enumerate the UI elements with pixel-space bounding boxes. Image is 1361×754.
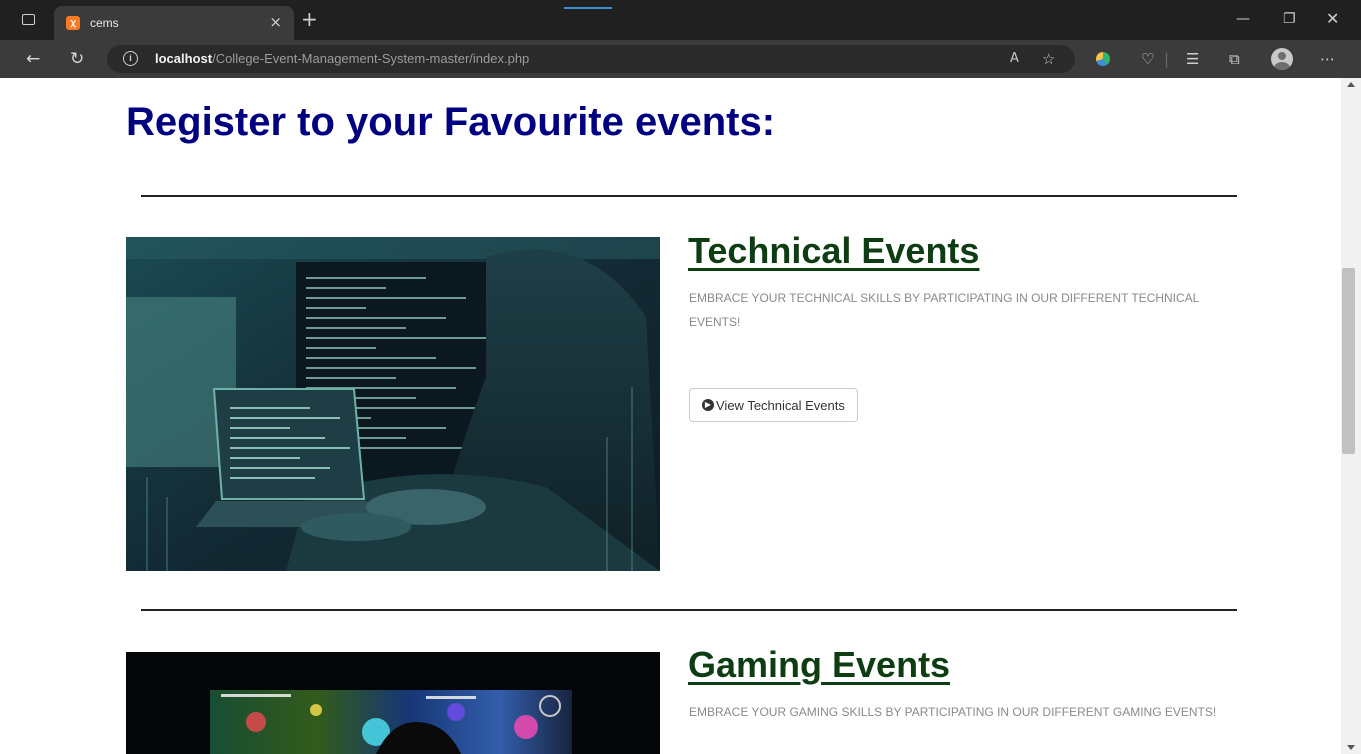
collections-icon[interactable]: ⧉ [1229,49,1240,69]
browser-tab-bar: ꭓ cems × + — ❐ ✕ [0,0,1361,40]
toolbar-separator: | [1164,50,1170,68]
tab-indicator [564,7,612,9]
minimize-icon[interactable]: — [1236,10,1250,28]
gaming-events-image [126,652,660,754]
scroll-down-icon[interactable] [1347,745,1355,750]
url-host: localhost [155,51,213,66]
scroll-thumb[interactable] [1342,268,1355,454]
read-aloud-icon[interactable]: A [1010,50,1019,68]
new-tab-icon[interactable]: + [301,8,318,30]
technical-events-heading[interactable]: Technical Events [688,230,979,272]
vertical-scrollbar[interactable] [1341,78,1361,754]
scroll-up-icon[interactable] [1347,82,1355,87]
xampp-favicon: ꭓ [66,16,80,30]
page-title: Register to your Favourite events: [126,100,776,144]
profile-icon[interactable] [1271,48,1293,70]
reload-icon[interactable]: ↻ [70,49,84,69]
favorites-icon[interactable]: ☰ [1186,49,1199,69]
tab-close-icon[interactable]: × [269,13,282,31]
gaming-events-heading[interactable]: Gaming Events [688,644,950,686]
address-toolbar: ← ↻ i localhost/College-Event-Management… [0,40,1361,78]
section-divider [141,195,1237,197]
view-technical-events-button[interactable]: ▶ View Technical Events [689,388,858,422]
section-divider [141,609,1237,611]
view-technical-events-label: View Technical Events [716,397,845,413]
gaming-events-description: EMBRACE YOUR GAMING SKILLS BY PARTICIPAT… [689,705,1217,719]
address-bar[interactable]: i localhost/College-Event-Management-Sys… [107,45,1075,73]
back-icon[interactable]: ← [26,49,40,69]
browser-essentials-icon[interactable]: ♡ [1141,49,1154,69]
window-icon[interactable] [22,14,35,25]
page-viewport: Register to your Favourite events: Techn… [0,78,1341,754]
url-text[interactable]: localhost/College-Event-Management-Syste… [155,51,529,66]
circle-arrow-icon: ▶ [702,399,714,411]
close-window-icon[interactable]: ✕ [1326,10,1339,28]
extension-icon[interactable] [1096,52,1110,66]
restore-icon[interactable]: ❐ [1283,10,1296,28]
browser-tab[interactable]: ꭓ cems × [54,6,294,40]
more-icon[interactable]: ⋯ [1320,49,1335,69]
tab-title: cems [90,16,119,30]
technical-events-description: EMBRACE YOUR TECHNICAL SKILLS BY PARTICI… [689,291,1199,329]
favorite-add-icon[interactable]: ☆ [1042,50,1055,68]
technical-events-image [126,237,660,571]
info-icon[interactable]: i [123,51,138,66]
url-path: /College-Event-Management-System-master/… [212,51,530,66]
